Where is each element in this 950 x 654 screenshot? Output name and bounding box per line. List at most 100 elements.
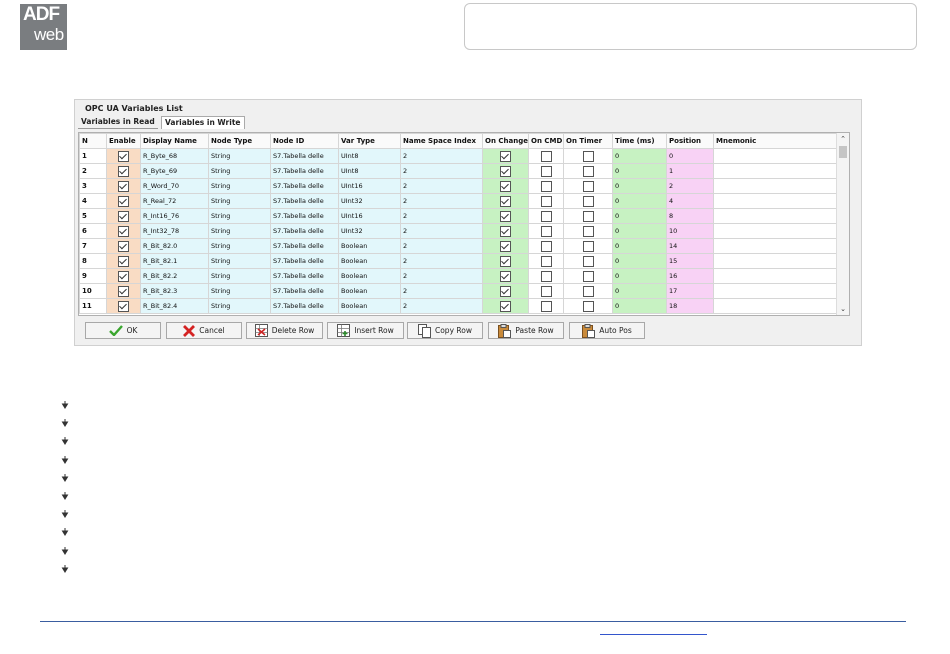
on-change-cell[interactable] [482, 193, 529, 209]
enable-cell[interactable] [106, 238, 141, 254]
col-header-on-cmd[interactable]: On CMD [528, 133, 564, 149]
var-type-cell[interactable]: UInt16 [338, 208, 401, 224]
node-type-cell[interactable]: String [208, 208, 271, 224]
on-change-cell[interactable] [482, 253, 529, 269]
mnemonic-cell[interactable] [713, 208, 842, 224]
display-name-cell[interactable]: R_Bit_82.4 [140, 298, 209, 314]
enable-cell[interactable] [106, 298, 141, 314]
checkbox-checked-icon[interactable] [500, 270, 511, 282]
on-change-cell[interactable] [482, 163, 529, 179]
time-ms-cell[interactable]: 0 [612, 208, 667, 224]
display-name-cell[interactable]: R_Int32_78 [140, 223, 209, 239]
on-timer-cell[interactable] [563, 283, 613, 299]
col-header-on-change[interactable]: On Change [482, 133, 529, 149]
checkbox-checked-icon[interactable] [500, 285, 511, 297]
node-id-cell[interactable]: S7.Tabella delle [270, 223, 339, 239]
name-space-index-cell[interactable]: 2 [400, 178, 483, 194]
checkbox-unchecked-icon[interactable] [582, 225, 594, 237]
on-change-cell[interactable] [482, 238, 529, 254]
on-change-cell[interactable] [482, 298, 529, 314]
checkbox-unchecked-icon[interactable] [540, 270, 552, 282]
checkbox-checked-icon[interactable] [118, 255, 129, 267]
checkbox-unchecked-icon[interactable] [540, 240, 552, 252]
node-id-cell[interactable]: S7.Tabella delle [270, 238, 339, 254]
time-ms-cell[interactable]: 0 [612, 253, 667, 269]
node-id-cell[interactable]: S7.Tabella delle [270, 268, 339, 284]
table-row[interactable]: 3 R_Word_70 String S7.Tabella delle UInt16 2 0… [79, 178, 842, 194]
copy-row-button[interactable]: Copy Row [407, 322, 483, 339]
position-cell[interactable]: 18 [666, 298, 714, 314]
checkbox-unchecked-icon[interactable] [540, 150, 552, 162]
node-id-cell[interactable]: S7.Tabella delle [270, 283, 339, 299]
checkbox-checked-icon[interactable] [500, 210, 511, 222]
mnemonic-cell[interactable] [713, 238, 842, 254]
node-type-cell[interactable]: String [208, 163, 271, 179]
on-timer-cell[interactable] [563, 223, 613, 239]
name-space-index-cell[interactable]: 2 [400, 238, 483, 254]
node-type-cell[interactable]: String [208, 193, 271, 209]
name-space-index-cell[interactable]: 2 [400, 148, 483, 164]
position-cell[interactable]: 16 [666, 268, 714, 284]
on-timer-cell[interactable] [563, 208, 613, 224]
checkbox-checked-icon[interactable] [500, 255, 511, 267]
table-row[interactable]: 2 R_Byte_69 String S7.Tabella delle UInt8 2 0 1 [79, 163, 842, 179]
mnemonic-cell[interactable] [713, 223, 842, 239]
position-cell[interactable]: 10 [666, 223, 714, 239]
time-ms-cell[interactable]: 0 [612, 163, 667, 179]
table-row[interactable]: 7 R_Bit_82.0 String S7.Tabella delle Boolean… [79, 238, 842, 254]
on-timer-cell[interactable] [563, 253, 613, 269]
enable-cell[interactable] [106, 178, 141, 194]
mnemonic-cell[interactable] [713, 163, 842, 179]
checkbox-checked-icon[interactable] [118, 300, 129, 312]
checkbox-checked-icon[interactable] [500, 300, 511, 312]
display-name-cell[interactable]: R_Bit_82.2 [140, 268, 209, 284]
mnemonic-cell[interactable] [713, 268, 842, 284]
col-header-var-type[interactable]: Var Type [338, 133, 401, 149]
position-cell[interactable]: 0 [666, 148, 714, 164]
table-row[interactable]: 1 R_Byte_68 String S7.Tabella delle UInt8 2 0 0 [79, 148, 842, 164]
display-name-cell[interactable]: R_Real_72 [140, 193, 209, 209]
checkbox-unchecked-icon[interactable] [540, 225, 552, 237]
display-name-cell[interactable]: R_Int16_76 [140, 208, 209, 224]
node-id-cell[interactable]: S7.Tabella delle [270, 253, 339, 269]
scroll-down-arrow-icon[interactable]: ⌄ [837, 304, 849, 314]
insert-row-button[interactable]: Insert Row [327, 322, 404, 339]
display-name-cell[interactable]: R_Bit_82.3 [140, 283, 209, 299]
on-cmd-cell[interactable] [528, 178, 564, 194]
var-type-cell[interactable]: Boolean [338, 268, 401, 284]
on-change-cell[interactable] [482, 148, 529, 164]
node-id-cell[interactable]: S7.Tabella delle [270, 193, 339, 209]
table-row[interactable]: 9 R_Bit_82.2 String S7.Tabella delle Boolean… [79, 268, 842, 284]
mnemonic-cell[interactable] [713, 178, 842, 194]
enable-cell[interactable] [106, 223, 141, 239]
var-type-cell[interactable]: Boolean [338, 253, 401, 269]
node-type-cell[interactable]: String [208, 223, 271, 239]
checkbox-unchecked-icon[interactable] [582, 255, 594, 267]
on-cmd-cell[interactable] [528, 163, 564, 179]
checkbox-unchecked-icon[interactable] [540, 300, 552, 312]
scroll-thumb[interactable] [839, 146, 847, 158]
table-row[interactable]: 10 R_Bit_82.3 String S7.Tabella delle Boolea… [79, 283, 842, 299]
checkbox-checked-icon[interactable] [118, 150, 129, 162]
mnemonic-cell[interactable] [713, 193, 842, 209]
checkbox-unchecked-icon[interactable] [540, 165, 552, 177]
mnemonic-cell[interactable] [713, 148, 842, 164]
on-cmd-cell[interactable] [528, 223, 564, 239]
enable-cell[interactable] [106, 148, 141, 164]
on-cmd-cell[interactable] [528, 208, 564, 224]
node-id-cell[interactable]: S7.Tabella delle [270, 208, 339, 224]
node-type-cell[interactable]: String [208, 148, 271, 164]
on-timer-cell[interactable] [563, 163, 613, 179]
col-header-on-timer[interactable]: On Timer [563, 133, 613, 149]
checkbox-unchecked-icon[interactable] [582, 210, 594, 222]
on-timer-cell[interactable] [563, 268, 613, 284]
on-timer-cell[interactable] [563, 178, 613, 194]
checkbox-checked-icon[interactable] [118, 285, 129, 297]
mnemonic-cell[interactable] [713, 298, 842, 314]
display-name-cell[interactable]: R_Bit_82.0 [140, 238, 209, 254]
table-row[interactable]: 5 R_Int16_76 String S7.Tabella delle UInt16 2… [79, 208, 842, 224]
table-row[interactable]: 4 R_Real_72 String S7.Tabella delle UInt32 2 0… [79, 193, 842, 209]
on-change-cell[interactable] [482, 178, 529, 194]
display-name-cell[interactable]: R_Bit_82.1 [140, 253, 209, 269]
name-space-index-cell[interactable]: 2 [400, 268, 483, 284]
